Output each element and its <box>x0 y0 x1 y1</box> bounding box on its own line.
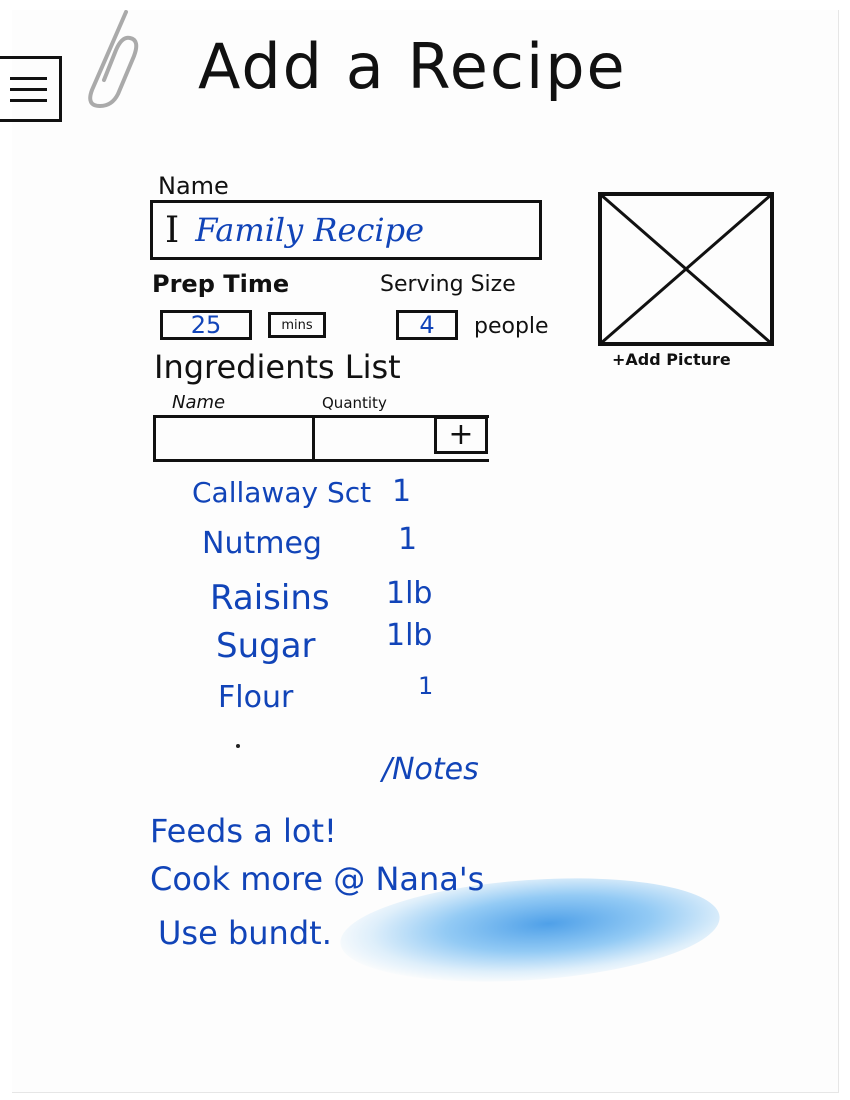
prep-time-label: Prep Time <box>152 270 290 298</box>
ingredients-heading: Ingredients List <box>154 348 401 386</box>
menu-line <box>10 87 47 91</box>
ingredient-quantity-input[interactable] <box>315 418 433 459</box>
name-label: Name <box>158 172 229 200</box>
ingredient-item-qty: 1lb <box>386 618 433 653</box>
notes-line: Cook more @ Nana's <box>150 860 485 898</box>
paperclip-icon <box>88 10 139 109</box>
image-placeholder-icon[interactable] <box>598 192 774 346</box>
ingredient-item-qty: 1 <box>392 474 412 509</box>
ingredient-item-name: Nutmeg <box>202 526 322 561</box>
notes-line: Use bundt. <box>158 914 332 952</box>
serving-size-value: 4 <box>419 311 435 339</box>
ingredient-item-name: Sugar <box>216 626 316 666</box>
add-ingredient-button[interactable]: + <box>434 416 488 454</box>
prep-time-value: 25 <box>190 311 222 339</box>
ingredient-item-qty: 1 <box>418 672 434 700</box>
recipe-name-input[interactable]: I Family Recipe <box>150 200 542 260</box>
text-cursor-icon: I <box>165 209 180 251</box>
ingredient-quantity-column-label: Quantity <box>322 394 387 412</box>
serving-size-unit: people <box>474 314 549 339</box>
menu-line <box>10 76 47 80</box>
hamburger-menu-icon[interactable] <box>0 56 62 122</box>
prep-time-input[interactable]: 25 <box>160 310 252 340</box>
ingredient-item-qty: 1lb <box>386 576 433 611</box>
ingredient-item-name: Raisins <box>210 578 330 618</box>
serving-size-label: Serving Size <box>380 272 516 297</box>
menu-line <box>10 98 47 102</box>
ingredient-name-column-label: Name <box>172 392 226 413</box>
add-picture-link[interactable]: +Add Picture <box>612 350 731 369</box>
pencil-dot <box>236 744 240 748</box>
page-title: Add a Recipe <box>198 30 627 103</box>
prep-time-unit-select[interactable]: mins <box>268 312 326 338</box>
ingredient-item-name: Flour <box>218 680 294 715</box>
serving-size-input[interactable]: 4 <box>396 310 458 340</box>
ingredient-item-qty: 1 <box>398 522 418 557</box>
prep-time-unit: mins <box>281 317 313 333</box>
ingredient-item-name: Callaway Sct <box>192 476 372 509</box>
notes-line: Feeds a lot! <box>150 812 337 850</box>
ingredient-field-border <box>434 459 489 462</box>
notes-heading: /Notes <box>382 752 479 787</box>
recipe-name-value: Family Recipe <box>195 211 425 249</box>
